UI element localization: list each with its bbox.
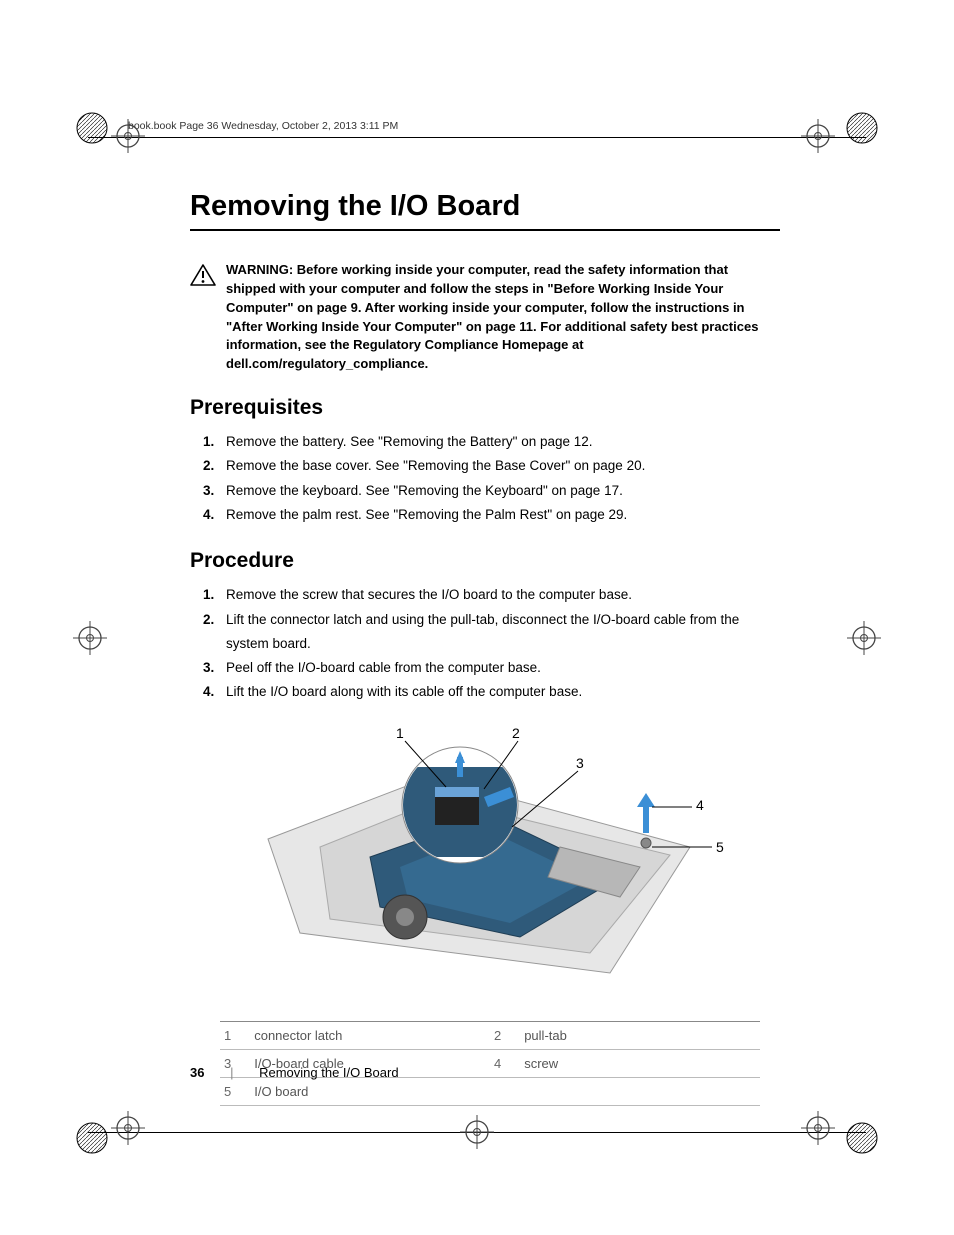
legend-num: 1	[220, 1021, 250, 1049]
list-item: Remove the keyboard. See "Removing the K…	[218, 479, 780, 503]
footer-section-name: Removing the I/O Board	[259, 1065, 398, 1080]
title-underline-thick	[190, 229, 780, 231]
list-item: Lift the I/O board along with its cable …	[218, 680, 780, 704]
figure-callout-1: 1	[396, 725, 404, 741]
list-item: Lift the connector latch and using the p…	[218, 608, 780, 657]
list-item: Remove the palm rest. See "Removing the …	[218, 503, 780, 527]
legend-num: 5	[220, 1077, 250, 1105]
page-number: 36	[190, 1065, 204, 1080]
warning-body: Before working inside your computer, rea…	[226, 262, 758, 371]
prerequisites-list: Remove the battery. See "Removing the Ba…	[190, 430, 780, 527]
footer-separator: |	[230, 1065, 233, 1080]
registration-mark-bottom-right	[794, 1102, 884, 1165]
figure-io-board: 1 2 3 4 5	[260, 727, 720, 1007]
header-runner: book.book Page 36 Wednesday, October 2, …	[128, 120, 398, 132]
warning-text: WARNING: Before working inside your comp…	[226, 261, 780, 374]
list-item: Remove the battery. See "Removing the Ba…	[218, 430, 780, 454]
warning-lead: WARNING:	[226, 262, 293, 277]
legend-label: pull-tab	[520, 1021, 760, 1049]
legend-label	[520, 1077, 760, 1105]
page: book.book Page 36 Wednesday, October 2, …	[0, 0, 954, 1235]
registration-mark-bottom-left	[70, 1102, 160, 1165]
section-heading-prerequisites: Prerequisites	[190, 396, 780, 420]
registration-mark-bottom-center	[457, 1112, 497, 1157]
legend-label: I/O board	[250, 1077, 490, 1105]
registration-mark-mid-left	[70, 618, 130, 663]
list-item: Peel off the I/O-board cable from the co…	[218, 656, 780, 680]
figure-legend-table: 1 connector latch 2 pull-tab 3 I/O-board…	[220, 1021, 760, 1106]
table-row: 5 I/O board	[220, 1077, 760, 1105]
table-row: 1 connector latch 2 pull-tab	[220, 1021, 760, 1049]
figure-callout-4: 4	[696, 797, 704, 813]
crop-rule-top	[88, 137, 866, 138]
list-item: Remove the screw that secures the I/O bo…	[218, 583, 780, 607]
figure-callout-2: 2	[512, 725, 520, 741]
figure-callout-3: 3	[576, 755, 584, 771]
warning-icon	[190, 263, 216, 292]
legend-num: 4	[490, 1049, 520, 1077]
figure-callout-5: 5	[716, 839, 724, 855]
content-area: Removing the I/O Board WARNING: Before w…	[190, 190, 780, 1106]
page-title: Removing the I/O Board	[190, 190, 780, 223]
footer-line: 36 | Removing the I/O Board	[190, 1065, 399, 1080]
warning-block: WARNING: Before working inside your comp…	[190, 261, 780, 374]
legend-label: screw	[520, 1049, 760, 1077]
list-item: Remove the base cover. See "Removing the…	[218, 454, 780, 478]
procedure-list: Remove the screw that secures the I/O bo…	[190, 583, 780, 704]
figure-svg	[260, 727, 720, 1007]
legend-num	[490, 1077, 520, 1105]
legend-label: connector latch	[250, 1021, 490, 1049]
registration-mark-mid-right	[824, 618, 884, 663]
section-heading-procedure: Procedure	[190, 549, 780, 573]
legend-num: 2	[490, 1021, 520, 1049]
